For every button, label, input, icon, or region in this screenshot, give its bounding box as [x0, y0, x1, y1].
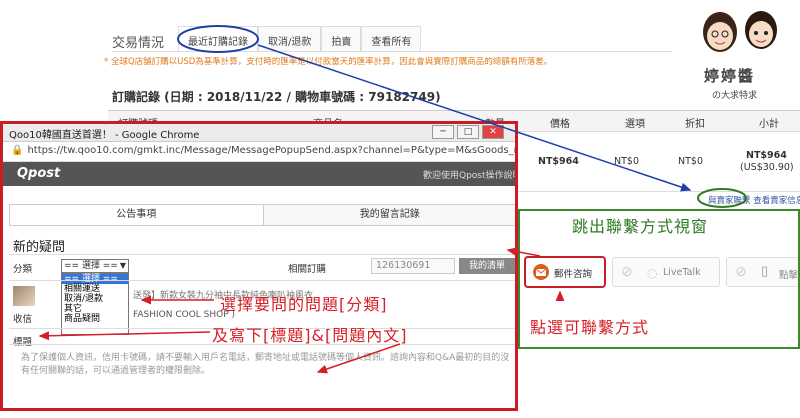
blue-arrow — [257, 44, 692, 192]
annotation-overlay — [38, 25, 747, 374]
red-arrow-body — [316, 343, 401, 374]
red-arrow-title — [38, 331, 211, 341]
annotation-click-contact: 點選可聯繫方式 — [530, 318, 650, 337]
annotation-write-title: 及寫下[標題]&[問題內文] — [212, 326, 408, 345]
red-arrow-popup — [506, 247, 541, 257]
tab-highlight-ellipse — [177, 25, 259, 53]
annotation-select-category: 選擇要問的問題[分類] — [220, 295, 388, 314]
contact-link-ellipse — [697, 188, 747, 208]
